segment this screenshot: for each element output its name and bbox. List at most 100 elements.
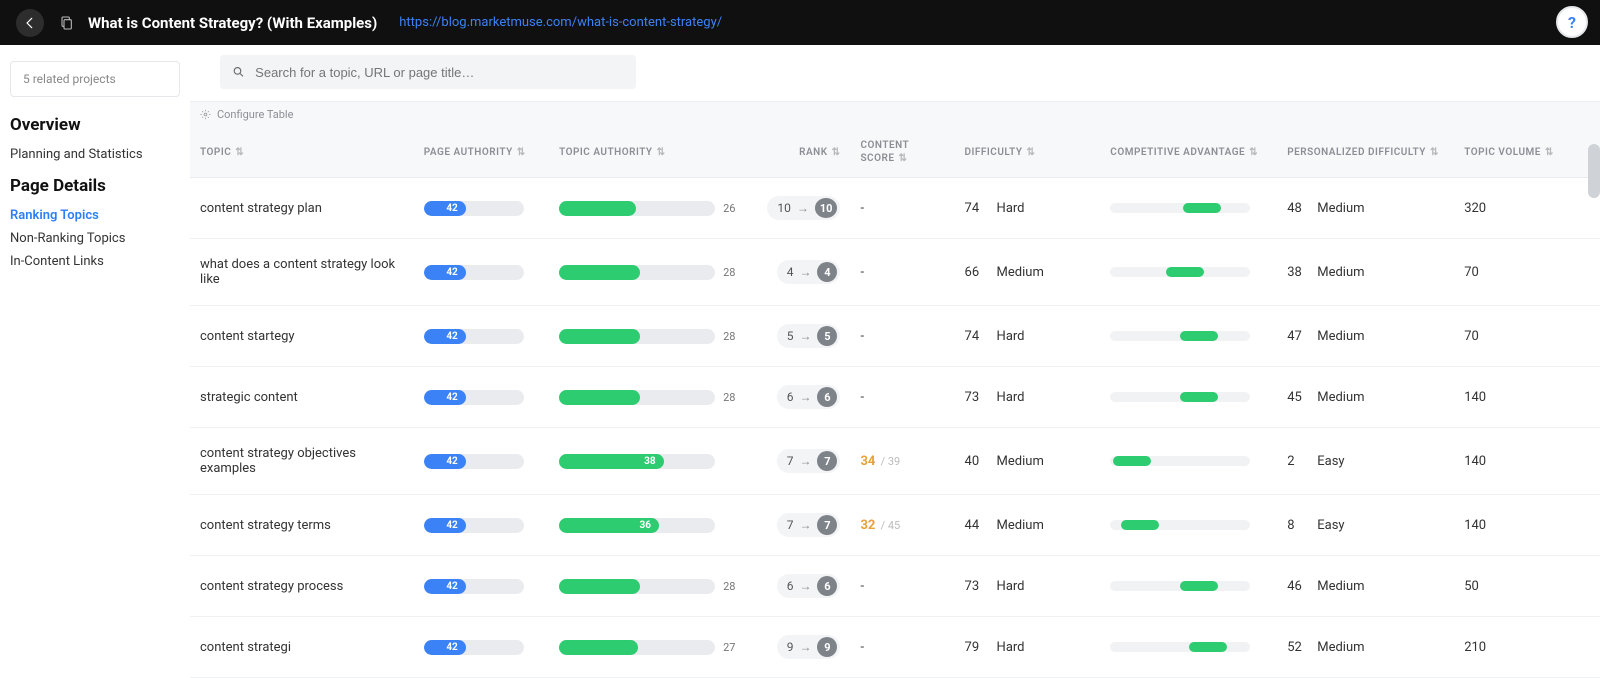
topic-volume-cell: 70 [1454,239,1600,306]
table-row[interactable]: content strategy process42286→6-73Hard46… [190,556,1600,617]
topic-authority-cell: 28 [549,556,753,617]
scrollbar-thumb[interactable] [1588,144,1600,198]
page-authority-cell: 42 [414,617,549,678]
table-row[interactable]: content strategy objectives examples4238… [190,428,1600,495]
help-button[interactable]: ? [1556,6,1588,38]
topic-volume-cell: 140 [1454,428,1600,495]
content-score-cell: - [850,556,954,617]
rank-cell: 6→6 [754,556,851,617]
difficulty-cell: 44Medium [955,495,1101,556]
personalized-difficulty-cell: 48Medium [1277,178,1454,239]
nav-section-page-details: Page Details [10,176,180,196]
competitive-advantage-cell [1100,617,1277,678]
topic-authority-cell: 27 [549,617,753,678]
topic-cell: content strategy objectives examples [190,428,414,495]
sort-icon: ⇅ [898,153,907,164]
col-page-authority[interactable]: PAGE AUTHORITY⇅ [414,127,549,178]
table-row[interactable]: content strategy terms42367→732 / 4544Me… [190,495,1600,556]
col-personalized-difficulty[interactable]: PERSONALIZED DIFFICULTY⇅ [1277,127,1454,178]
content-score-cell: - [850,178,954,239]
difficulty-cell: 73Hard [955,556,1101,617]
page-authority-cell: 42 [414,556,549,617]
personalized-difficulty-cell: 47Medium [1277,306,1454,367]
table-row[interactable]: content startegy42285→5-74Hard47Medium70 [190,306,1600,367]
rank-cell: 5→5 [754,306,851,367]
topics-table: TOPIC⇅ PAGE AUTHORITY⇅ TOPIC AUTHORITY⇅ … [190,127,1600,678]
search-box[interactable] [220,55,636,89]
search-icon [232,65,245,79]
content-score-cell: - [850,239,954,306]
rank-cell: 7→7 [754,495,851,556]
nav-section-overview: Overview [10,115,180,135]
personalized-difficulty-cell: 45Medium [1277,367,1454,428]
rank-cell: 7→7 [754,428,851,495]
search-input[interactable] [255,65,624,80]
topic-volume-cell: 50 [1454,556,1600,617]
personalized-difficulty-cell: 38Medium [1277,239,1454,306]
topic-volume-cell: 210 [1454,617,1600,678]
table-row[interactable]: strategic content42286→6-73Hard45Medium1… [190,367,1600,428]
personalized-difficulty-cell: 46Medium [1277,556,1454,617]
rank-cell: 9→9 [754,617,851,678]
page-authority-cell: 42 [414,367,549,428]
topic-cell: content startegy [190,306,414,367]
topic-volume-cell: 140 [1454,495,1600,556]
sort-icon: ⇅ [1545,147,1554,158]
topic-authority-cell: 28 [549,367,753,428]
col-topic-volume[interactable]: TOPIC VOLUME⇅ [1454,127,1600,178]
main-content: Configure Table TOPIC⇅ PAGE AUTHORITY⇅ T… [190,45,1600,678]
difficulty-cell: 73Hard [955,367,1101,428]
nav-ranking-topics[interactable]: Ranking Topics [10,204,180,227]
copy-icon[interactable] [58,15,74,31]
topic-volume-cell: 70 [1454,306,1600,367]
topic-authority-cell: 38 [549,428,753,495]
col-competitive-advantage[interactable]: COMPETITIVE ADVANTAGE⇅ [1100,127,1277,178]
table-row[interactable]: content strategy plan422610→10-74Hard 48M… [190,178,1600,239]
col-topic-authority[interactable]: TOPIC AUTHORITY⇅ [549,127,753,178]
topic-authority-cell: 28 [549,306,753,367]
rank-cell: 6→6 [754,367,851,428]
topic-authority-cell: 26 [549,178,753,239]
personalized-difficulty-cell: 2Easy [1277,428,1454,495]
configure-table-button[interactable]: Configure Table [190,101,1600,127]
page-authority-cell: 42 [414,239,549,306]
sort-icon: ⇅ [832,147,841,158]
topic-cell: content strategy plan [190,178,414,239]
col-difficulty[interactable]: DIFFICULTY⇅ [955,127,1101,178]
page-authority-cell: 42 [414,495,549,556]
content-score-cell: - [850,306,954,367]
sort-icon: ⇅ [235,147,244,158]
sort-icon: ⇅ [1249,147,1258,158]
competitive-advantage-cell [1100,306,1277,367]
table-row[interactable]: content strategi42279→9-79Hard52Medium21… [190,617,1600,678]
col-content-score[interactable]: CONTENT SCORE⇅ [850,127,954,178]
topic-cell: strategic content [190,367,414,428]
page-authority-cell: 42 [414,306,549,367]
nav-non-ranking-topics[interactable]: Non-Ranking Topics [10,227,180,250]
sort-icon: ⇅ [657,147,666,158]
page-authority-cell: 42 [414,428,549,495]
competitive-advantage-cell [1100,495,1277,556]
competitive-advantage-cell [1100,178,1277,239]
difficulty-cell: 79Hard [955,617,1101,678]
table-row[interactable]: what does a content strategy look like42… [190,239,1600,306]
competitive-advantage-cell [1100,367,1277,428]
col-topic[interactable]: TOPIC⇅ [190,127,414,178]
page-title: What is Content Strategy? (With Examples… [88,14,377,32]
nav-in-content-links[interactable]: In-Content Links [10,250,180,273]
rank-cell: 4→4 [754,239,851,306]
back-button[interactable] [16,9,44,37]
content-score-cell: - [850,367,954,428]
top-bar: What is Content Strategy? (With Examples… [0,0,1600,45]
page-url-link[interactable]: https://blog.marketmuse.com/what-is-cont… [399,15,722,30]
col-rank[interactable]: RANK⇅ [754,127,851,178]
nav-planning-statistics[interactable]: Planning and Statistics [10,143,180,166]
gear-icon [200,109,211,120]
sort-icon: ⇅ [517,147,526,158]
personalized-difficulty-cell: 8Easy [1277,495,1454,556]
topic-cell: content strategy terms [190,495,414,556]
related-projects-select[interactable]: 5 related projects [10,61,180,97]
page-authority-cell: 42 [414,178,549,239]
difficulty-cell: 74Hard [955,178,1101,239]
rank-cell: 10→10 [754,178,851,239]
